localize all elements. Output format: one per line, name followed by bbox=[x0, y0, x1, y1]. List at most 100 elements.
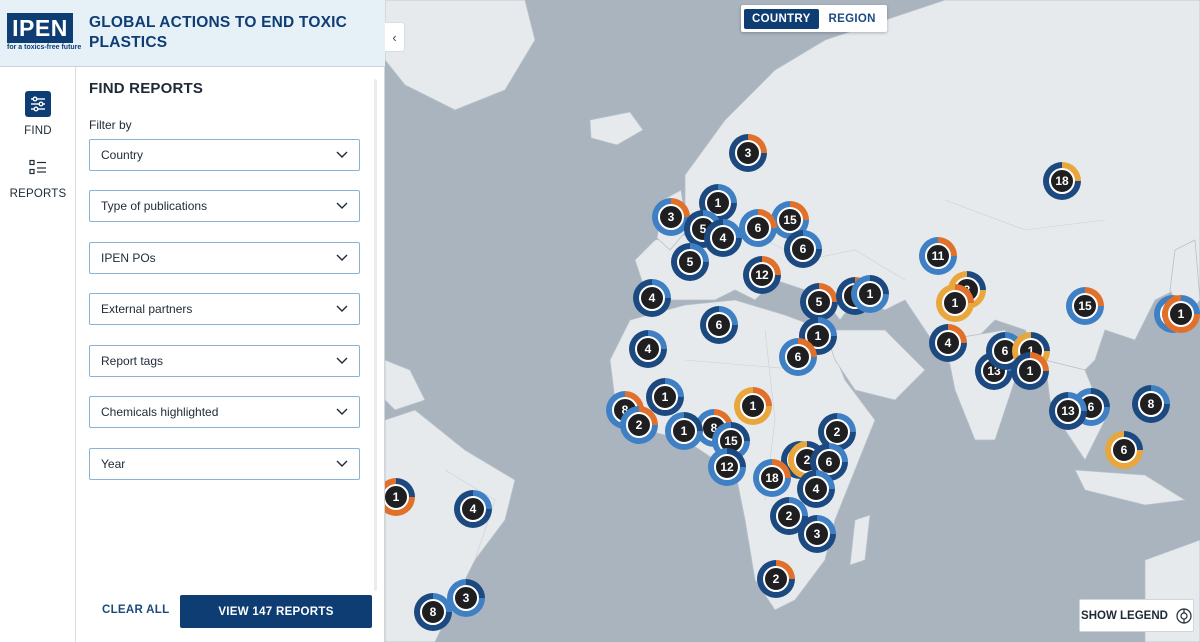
sidebar: IPEN for a toxics-free future GLOBAL ACT… bbox=[0, 0, 385, 642]
cluster-count: 1 bbox=[942, 290, 968, 316]
cluster-count: 1 bbox=[1168, 301, 1194, 327]
map-cluster-marker[interactable]: 3 bbox=[729, 134, 767, 172]
map-cluster-marker[interactable]: 4 bbox=[704, 219, 742, 257]
map-cluster-marker[interactable]: 1 bbox=[1162, 295, 1200, 333]
chevron-down-icon bbox=[336, 254, 348, 261]
filter-year-select[interactable]: Year bbox=[89, 448, 360, 480]
map-cluster-marker[interactable]: 4 bbox=[629, 330, 667, 368]
app-title: GLOBAL ACTIONS TO END TOXIC PLASTICS bbox=[89, 14, 348, 51]
filter-label: Year bbox=[101, 457, 126, 471]
cluster-count: 3 bbox=[735, 140, 761, 166]
map-cluster-marker[interactable]: 4 bbox=[633, 279, 671, 317]
filter-label: IPEN POs bbox=[101, 251, 156, 265]
filter-label: Report tags bbox=[101, 354, 164, 368]
cluster-count: 4 bbox=[935, 330, 961, 356]
cluster-count: 4 bbox=[635, 336, 661, 362]
map-cluster-marker[interactable]: 6 bbox=[700, 306, 738, 344]
filter-label: Chemicals highlighted bbox=[101, 405, 219, 419]
map-cluster-marker[interactable]: 12 bbox=[708, 448, 746, 486]
rail-item-find[interactable]: FIND bbox=[0, 91, 76, 137]
map-cluster-marker[interactable]: 13 bbox=[1049, 392, 1087, 430]
toggle-country[interactable]: COUNTRY bbox=[744, 8, 819, 29]
list-icon bbox=[25, 154, 51, 180]
legend-icon bbox=[1176, 607, 1192, 624]
map-cluster-marker[interactable]: 6 bbox=[784, 230, 822, 268]
ipen-logo[interactable]: IPEN for a toxics-free future bbox=[7, 13, 81, 55]
map-cluster-marker[interactable]: 1 bbox=[734, 387, 772, 425]
logo-text: IPEN bbox=[7, 13, 73, 43]
filter-report-tags-select[interactable]: Report tags bbox=[89, 345, 360, 377]
clear-all-button[interactable]: CLEAR ALL bbox=[102, 604, 169, 616]
filter-by-label: Filter by bbox=[89, 118, 132, 132]
show-legend-button[interactable]: SHOW LEGEND bbox=[1079, 599, 1194, 632]
sliders-icon bbox=[25, 91, 51, 117]
rail-label-find: FIND bbox=[24, 125, 52, 137]
filter-label: Country bbox=[101, 148, 144, 162]
app-header: IPEN for a toxics-free future GLOBAL ACT… bbox=[0, 0, 385, 67]
cluster-count: 12 bbox=[714, 454, 740, 480]
rail-item-reports[interactable]: REPORTS bbox=[0, 154, 76, 200]
logo-tagline: for a toxics-free future bbox=[7, 44, 82, 51]
view-reports-button[interactable]: VIEW 147 REPORTS bbox=[180, 595, 372, 628]
map-cluster-marker[interactable]: 1 bbox=[936, 284, 974, 322]
cluster-count: 4 bbox=[803, 476, 829, 502]
map-cluster-marker[interactable]: 4 bbox=[454, 490, 492, 528]
nav-rail: FIND REPORTS bbox=[0, 67, 76, 642]
cluster-count: 5 bbox=[806, 289, 832, 315]
map-cluster-marker[interactable]: 12 bbox=[743, 256, 781, 294]
map-cluster-marker[interactable]: 2 bbox=[620, 406, 658, 444]
map-cluster-marker[interactable]: 2 bbox=[757, 560, 795, 598]
filter-chemicals-select[interactable]: Chemicals highlighted bbox=[89, 396, 360, 428]
chevron-down-icon bbox=[336, 408, 348, 415]
cluster-count: 11 bbox=[925, 243, 951, 269]
cluster-count: 2 bbox=[626, 412, 652, 438]
filter-label: External partners bbox=[101, 302, 193, 316]
cluster-count: 6 bbox=[745, 215, 771, 241]
map-cluster-marker[interactable]: 6 bbox=[1105, 431, 1143, 469]
cluster-count: 1 bbox=[671, 418, 697, 444]
cluster-count: 3 bbox=[658, 204, 684, 230]
filter-publication-type-select[interactable]: Type of publications bbox=[89, 190, 360, 222]
cluster-count: 4 bbox=[460, 496, 486, 522]
cluster-count: 6 bbox=[1111, 437, 1137, 463]
filter-country-select[interactable]: Country bbox=[89, 139, 360, 171]
map-cluster-marker[interactable]: 15 bbox=[1066, 287, 1104, 325]
filter-label: Type of publications bbox=[101, 199, 208, 213]
map-cluster-marker[interactable]: 4 bbox=[929, 324, 967, 362]
map-cluster-marker[interactable]: 11 bbox=[919, 237, 957, 275]
cluster-count: 18 bbox=[1049, 168, 1075, 194]
map-cluster-marker[interactable]: 6 bbox=[739, 209, 777, 247]
map-cluster-marker[interactable]: 1 bbox=[851, 275, 889, 313]
cluster-count: 1 bbox=[652, 384, 678, 410]
map-cluster-marker[interactable]: 3 bbox=[798, 515, 836, 553]
cluster-count: 13 bbox=[1055, 398, 1081, 424]
cluster-count: 6 bbox=[706, 312, 732, 338]
show-legend-label: SHOW LEGEND bbox=[1081, 609, 1168, 622]
cluster-count: 5 bbox=[677, 249, 703, 275]
map-cluster-marker[interactable]: 1 bbox=[1011, 352, 1049, 390]
cluster-count: 2 bbox=[763, 566, 789, 592]
map-cluster-marker[interactable]: 18 bbox=[1043, 162, 1081, 200]
chevron-left-icon[interactable]: ‹ bbox=[385, 22, 405, 52]
cluster-count: 1 bbox=[740, 393, 766, 419]
toggle-region[interactable]: REGION bbox=[821, 9, 884, 29]
cluster-count: 6 bbox=[790, 236, 816, 262]
map-cluster-marker[interactable]: 1 bbox=[665, 412, 703, 450]
panel-scrollbar[interactable] bbox=[374, 79, 377, 591]
chevron-down-icon bbox=[336, 357, 348, 364]
cluster-count: 1 bbox=[1017, 358, 1043, 384]
map-cluster-marker[interactable]: 6 bbox=[779, 338, 817, 376]
filter-ipen-pos-select[interactable]: IPEN POs bbox=[89, 242, 360, 274]
filter-external-partners-select[interactable]: External partners bbox=[89, 293, 360, 325]
map-cluster-marker[interactable]: 5 bbox=[800, 283, 838, 321]
view-toggle: COUNTRY REGION bbox=[741, 5, 887, 32]
cluster-count: 15 bbox=[777, 207, 803, 233]
cluster-count: 2 bbox=[776, 503, 802, 529]
map-cluster-marker[interactable]: 8 bbox=[1132, 385, 1170, 423]
world-map[interactable]: COUNTRY REGION 3183115564651211314581151… bbox=[385, 0, 1200, 642]
map-cluster-marker[interactable]: 5 bbox=[671, 243, 709, 281]
chevron-down-icon bbox=[336, 460, 348, 467]
map-cluster-marker[interactable]: 3 bbox=[447, 579, 485, 617]
cluster-count: 18 bbox=[759, 465, 785, 491]
map-cluster-marker[interactable]: 18 bbox=[753, 459, 791, 497]
